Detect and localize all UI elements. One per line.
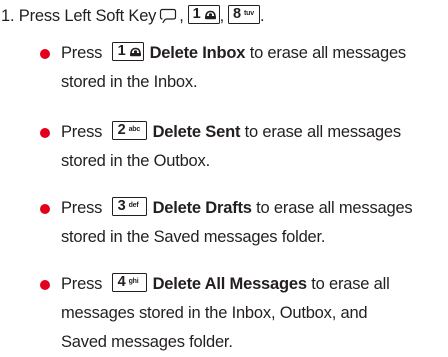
key-2-letters: abc <box>128 126 141 133</box>
left-soft-key-icon <box>160 8 177 24</box>
step-press-text: Press <box>18 7 60 25</box>
key-4: 4 ghi <box>111 273 147 292</box>
item-line: Press 2 abc Delete Sent to erase all mes… <box>61 118 401 147</box>
key-1: 1 <box>187 5 220 24</box>
step-instruction: 1. Press Left Soft Key , 1 , 8 tuv . <box>1 5 265 27</box>
option-label: Delete All Messages <box>152 275 307 293</box>
option-description-line2: stored in the Outbox. <box>61 152 210 170</box>
key-4-letters: ghi <box>128 278 139 285</box>
option-description: to erase all <box>311 275 390 293</box>
item-line: Press 4 ghi Delete All Messages to erase… <box>61 270 390 299</box>
key-1-digit: 1 <box>192 6 201 22</box>
option-label: Delete Drafts <box>152 199 252 217</box>
option-description: to erase all messages <box>256 199 413 217</box>
key-8-letters: tuv <box>244 10 254 17</box>
key-2-digit: 2 <box>117 122 126 138</box>
step-separator: , <box>219 7 225 25</box>
key-4-digit: 4 <box>117 274 126 290</box>
voicemail-icon <box>129 47 141 57</box>
option-description: to erase all messages <box>244 123 401 141</box>
key-3-letters: def <box>128 202 139 209</box>
step-separator: , <box>179 7 184 25</box>
manual-page: 1. Press Left Soft Key , 1 , 8 tuv . Pre… <box>0 0 448 351</box>
option-description-line2: messages stored in the Inbox, Outbox, an… <box>61 304 368 322</box>
step-period: . <box>260 7 265 25</box>
key-3-digit: 3 <box>117 198 126 214</box>
option-description-line3: Saved messages folder. <box>61 333 233 351</box>
list-item: Press 3 def Delete Drafts to erase all m… <box>61 194 413 252</box>
bullet-dot <box>40 280 50 290</box>
soft-key-name: Left Soft Key <box>64 7 157 25</box>
key-2: 2 abc <box>111 121 147 140</box>
key-1: 1 <box>111 42 144 61</box>
press-text: Press <box>61 44 103 62</box>
option-label: Delete Inbox <box>149 44 246 62</box>
option-label: Delete Sent <box>152 123 241 141</box>
item-line: Press 3 def Delete Drafts to erase all m… <box>61 194 413 223</box>
option-description: to erase all messages <box>249 44 406 62</box>
key-1-digit: 1 <box>117 43 126 59</box>
press-text: Press <box>61 199 103 217</box>
list-item: Press 2 abc Delete Sent to erase all mes… <box>61 118 401 176</box>
list-item: Press 4 ghi Delete All Messages to erase… <box>61 270 390 357</box>
key-3: 3 def <box>111 197 147 216</box>
bullet-dot <box>40 204 50 214</box>
step-number: 1. <box>1 7 15 25</box>
press-text: Press <box>61 123 103 141</box>
voicemail-icon <box>204 10 216 20</box>
press-text: Press <box>61 275 103 293</box>
option-description-line2: stored in the Inbox. <box>61 73 198 91</box>
key-8-digit: 8 <box>233 6 241 22</box>
bullet-dot <box>40 128 50 138</box>
option-description-line2: stored in the Saved messages folder. <box>61 228 326 246</box>
bullet-dot <box>40 49 50 59</box>
key-8: 8 tuv <box>228 5 260 24</box>
item-line: Press 1 Delete Inbox to erase all messag… <box>61 39 406 68</box>
list-item: Press 1 Delete Inbox to erase all messag… <box>61 39 406 97</box>
